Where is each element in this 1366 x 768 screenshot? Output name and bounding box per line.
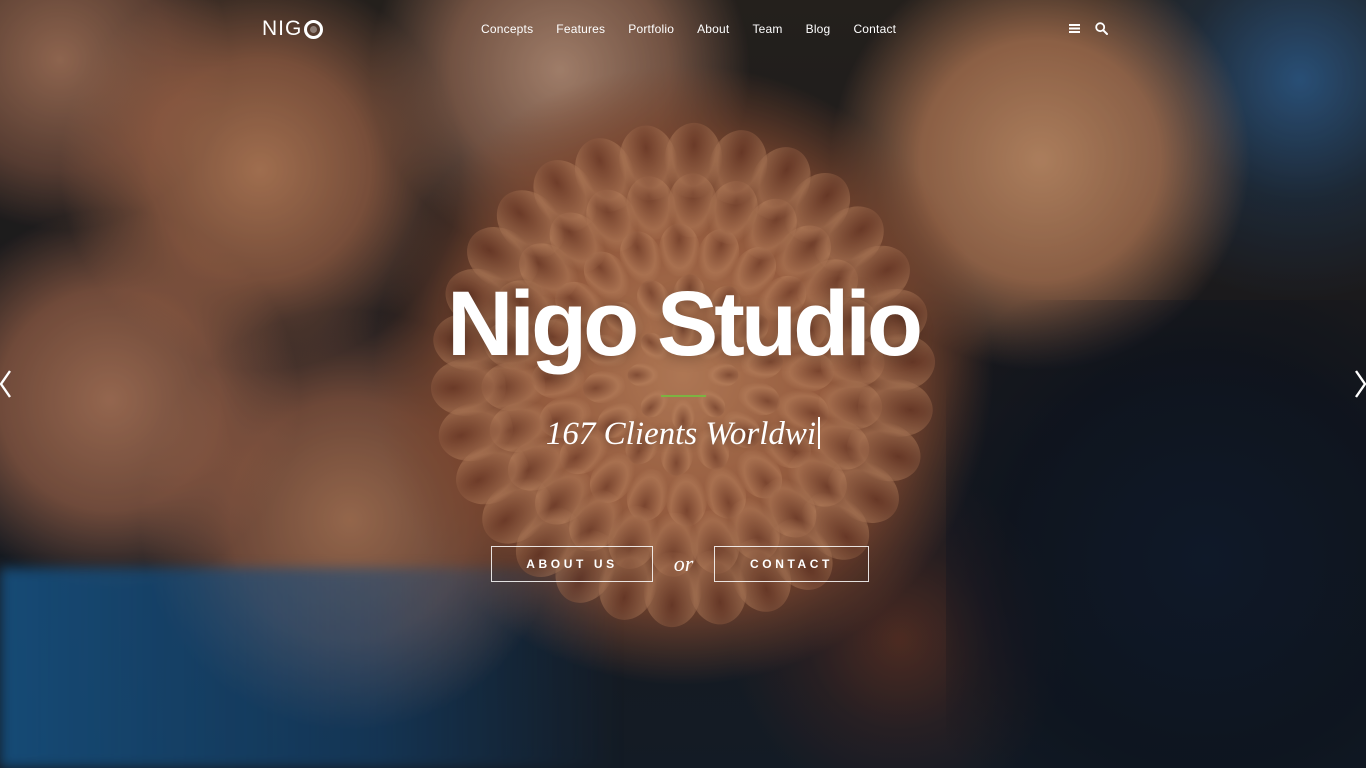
nav-item-blog: Blog [806,20,831,38]
contact-button[interactable]: CONTACT [714,546,869,582]
header-icons [1068,22,1108,35]
chevron-right-icon[interactable] [1352,369,1366,399]
background-overlay [0,0,1366,768]
nav-link-contact[interactable]: Contact [853,22,896,36]
hero-subtitle: 167 Clients Worldwi [545,416,817,452]
nav-item-contact: Contact [853,20,896,38]
typing-cursor [818,417,821,449]
hero-title: Nigo Studio [446,273,923,375]
main-nav: Concepts Features Portfolio About Team B… [481,20,896,38]
menu-icon[interactable] [1068,22,1081,35]
hero-section: NIG Concepts Features Portfolio About Te… [0,0,1366,768]
nav-link-features[interactable]: Features [556,22,605,36]
nav-link-portfolio[interactable]: Portfolio [628,22,674,36]
about-us-button[interactable]: ABOUT US [491,546,653,582]
nav-item-portfolio: Portfolio [628,20,674,38]
cta-row: ABOUT US or CONTACT [0,546,1366,584]
nav-link-team[interactable]: Team [752,22,782,36]
nav-item-concepts: Concepts [481,20,533,38]
logo[interactable]: NIG [262,17,324,41]
cta-separator: or [673,551,694,576]
chevron-left-icon[interactable] [0,369,14,399]
hero-divider [661,395,706,397]
search-icon[interactable] [1095,22,1108,35]
nav-item-about: About [697,20,729,38]
nav-link-blog[interactable]: Blog [806,22,831,36]
hero-subtitle-wrapper: 167 Clients Worldwi [0,412,1366,456]
nav-link-concepts[interactable]: Concepts [481,22,533,36]
nav-link-about[interactable]: About [697,22,729,36]
site-header: NIG Concepts Features Portfolio About Te… [0,0,1366,58]
nav-item-features: Features [556,20,605,38]
logo-text: NIG [262,17,303,40]
nav-item-team: Team [752,20,782,38]
logo-ring-icon [304,19,324,39]
